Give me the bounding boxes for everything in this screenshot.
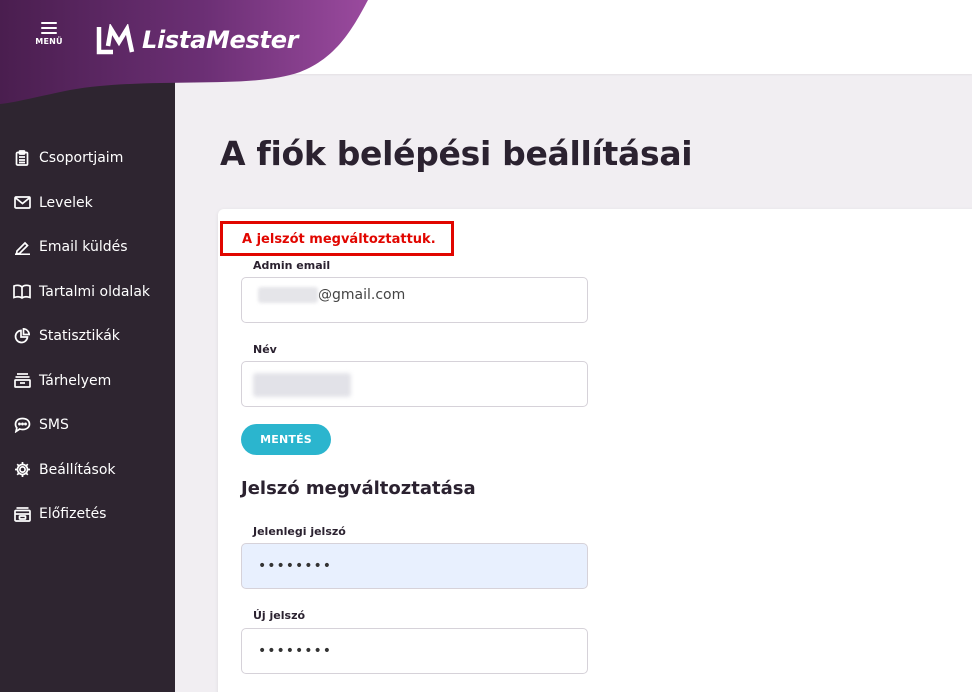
subscription-icon (12, 505, 32, 523)
sidebar-item-label: Tárhelyem (39, 372, 112, 389)
sidebar-item-email-kuldes[interactable]: Email küldés (0, 225, 175, 270)
password-section-title: Jelszó megváltoztatása (241, 478, 476, 499)
current-password-value: •••••••• (258, 558, 333, 574)
sidebar-item-label: SMS (39, 417, 69, 434)
brand-name: ListaMester (142, 26, 299, 54)
sidebar-item-elofizetes[interactable]: Előfizetés (0, 492, 175, 537)
chat-bubble-icon (12, 416, 32, 434)
name-label: Név (253, 343, 277, 356)
page-title: A fiók belépési beállításai (220, 134, 693, 173)
envelope-icon (12, 194, 32, 212)
listamester-logo-icon (96, 24, 135, 55)
sidebar-item-tarhelyem[interactable]: Tárhelyem (0, 359, 175, 404)
redacted-name (253, 373, 351, 397)
sidebar-item-label: Csoportjaim (39, 150, 124, 167)
book-icon (12, 283, 32, 301)
success-alert: A jelszót megváltoztattuk. (220, 221, 454, 256)
pie-chart-icon (12, 327, 32, 345)
brand-logo[interactable]: ListaMester (96, 24, 299, 56)
new-password-value: •••••••• (258, 643, 333, 659)
sidebar-item-sms[interactable]: SMS (0, 403, 175, 448)
pencil-icon (12, 238, 32, 256)
menu-button[interactable]: MENÜ (28, 22, 70, 58)
clipboard-icon (12, 149, 32, 167)
menu-label: MENÜ (35, 37, 63, 46)
archive-icon (12, 372, 32, 390)
save-button[interactable]: MENTÉS (241, 424, 331, 455)
sidebar-item-label: Tartalmi oldalak (39, 283, 151, 300)
sidebar-item-statisztikak[interactable]: Statisztikák (0, 314, 175, 359)
new-password-field[interactable]: •••••••• (241, 628, 588, 674)
gear-icon (12, 461, 32, 479)
sidebar-item-csoportjaim[interactable]: Csoportjaim (0, 136, 175, 181)
admin-email-label: Admin email (253, 259, 331, 272)
redacted-text (258, 287, 318, 303)
sidebar-item-label: Beállítások (39, 461, 116, 478)
sidebar-item-tartalmi-oldalak[interactable]: Tartalmi oldalak (0, 270, 175, 315)
current-password-field[interactable]: •••••••• (241, 543, 588, 589)
admin-email-value: @gmail.com (258, 287, 405, 303)
sidebar-item-label: Levelek (39, 194, 93, 211)
sidebar-item-label: Email küldés (39, 239, 128, 256)
sidebar-item-label: Statisztikák (39, 328, 120, 345)
hamburger-icon (41, 22, 57, 34)
sidebar-item-beallitasok[interactable]: Beállítások (0, 448, 175, 493)
new-password-label: Új jelszó (253, 609, 306, 622)
sidebar-item-levelek[interactable]: Levelek (0, 181, 175, 226)
sidebar: Csoportjaim Levelek Email küldés Tartalm… (0, 74, 175, 692)
sidebar-item-label: Előfizetés (39, 506, 107, 523)
current-password-label: Jelenlegi jelszó (253, 525, 346, 538)
